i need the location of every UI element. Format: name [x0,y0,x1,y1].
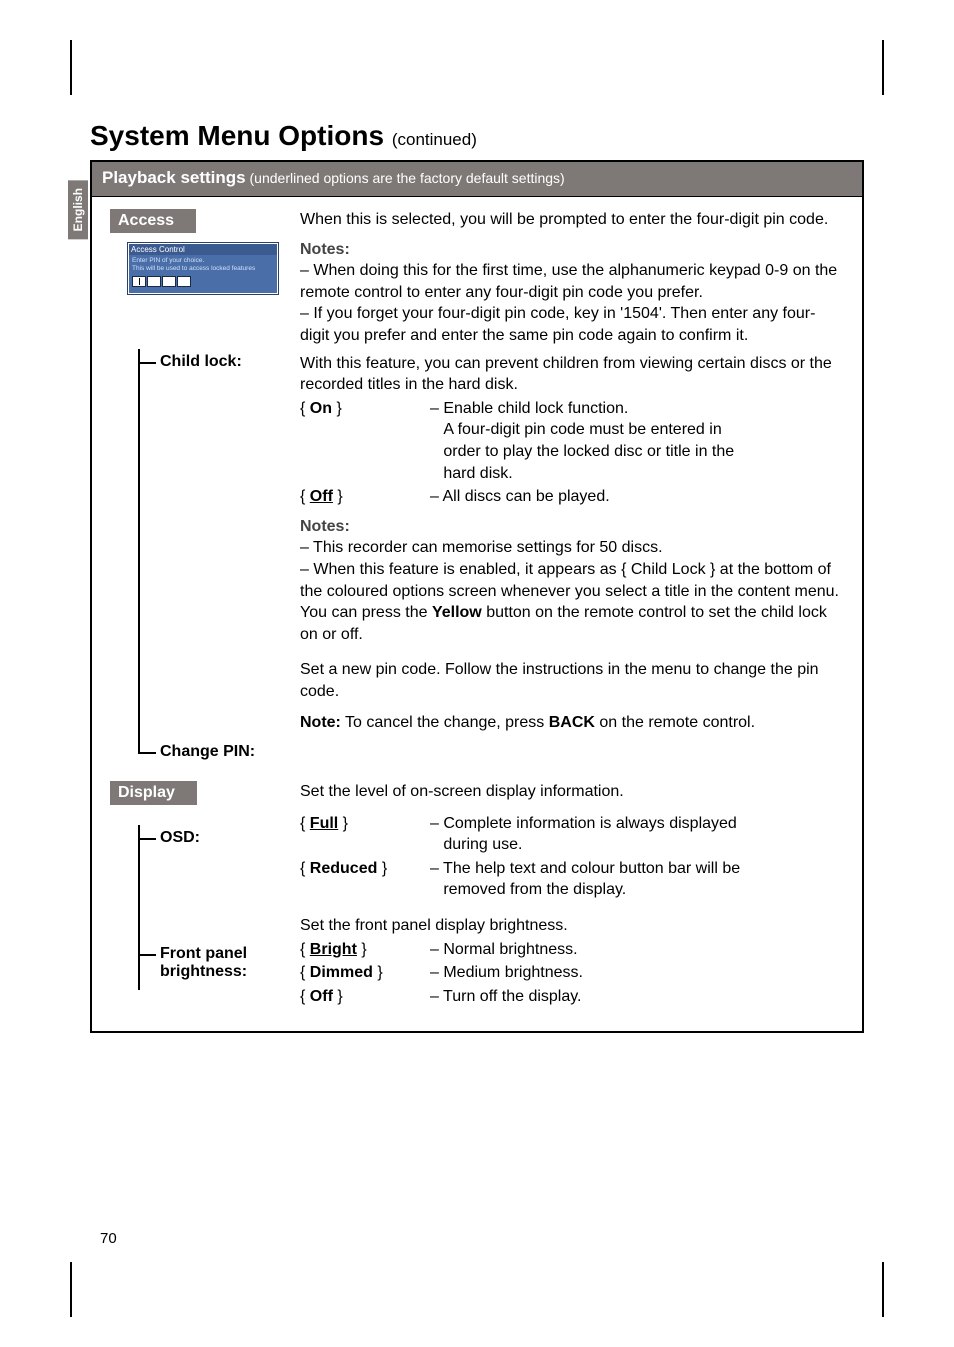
access-dialog-text: Enter PIN of your choice. This will be u… [132,257,274,273]
child-lock-note-1: – This recorder can memorise settings fo… [300,537,844,559]
page-number: 70 [100,1230,117,1247]
crop-marks-bottom [0,1257,954,1317]
osd-reduced-desc: – The help text and colour button bar wi… [430,858,844,901]
language-tab: English [68,180,88,239]
fpb-off-desc: – Turn off the display. [430,986,844,1008]
banner-subtitle: (underlined options are the factory defa… [246,170,565,186]
fpb-off-key: { Off } [300,988,343,1005]
fpb-dimmed-desc: – Medium brightness. [430,962,844,984]
display-heading: Display [110,781,197,805]
pin-digit-1 [132,276,146,287]
change-pin-p2: Note: To cancel the change, press BACK o… [300,712,844,734]
access-heading: Access [110,209,196,233]
child-lock-notes-label: Notes: [300,516,844,538]
access-note-2: – If you forget your four-digit pin code… [300,303,844,346]
osd-label: OSD: [160,829,200,846]
fpb-bright-key: { Bright } [300,941,367,958]
page-title: System Menu Options (continued) [90,120,864,152]
osd-full-key: { Full } [300,815,348,832]
child-lock-off-key: { Off } [300,488,343,505]
content-frame: Playback settings (underlined options ar… [90,160,864,1033]
osd-reduced-key: { Reduced } [300,860,387,877]
banner-title: Playback settings [102,168,246,187]
child-lock-note-2: – When this feature is enabled, it appea… [300,559,844,645]
access-intro: When this is selected, you will be promp… [300,209,844,231]
front-panel-intro: Set the front panel display brightness. [300,915,844,937]
osd-full-desc: – Complete information is always display… [430,813,844,856]
front-panel-label-2: brightness: [160,963,247,980]
front-panel-label-1: Front panel [160,945,247,962]
child-lock-label: Child lock: [160,353,242,370]
child-lock-on-desc: – Enable child lock function. A four-dig… [430,398,844,484]
fpb-dimmed-key: { Dimmed } [300,964,383,981]
section-banner: Playback settings (underlined options ar… [92,162,862,197]
access-notes-label: Notes: [300,239,844,261]
change-pin-p1: Set a new pin code. Follow the instructi… [300,659,844,702]
access-control-dialog: Access Control Enter PIN of your choice.… [128,243,278,294]
title-main: System Menu Options [90,120,384,151]
pin-digit-4 [177,276,191,287]
child-lock-on-key: { On } [300,400,342,417]
pin-digit-2 [147,276,161,287]
title-continued: (continued) [392,130,477,149]
pin-input-row [132,276,274,287]
access-note-1: – When doing this for the first time, us… [300,260,844,303]
crop-marks-top [0,40,954,100]
child-lock-off-desc: – All discs can be played. [430,486,844,508]
fpb-bright-desc: – Normal brightness. [430,939,844,961]
access-dialog-title: Access Control [129,244,277,255]
child-lock-intro: With this feature, you can prevent child… [300,353,844,396]
pin-digit-3 [162,276,176,287]
change-pin-label: Change PIN: [160,743,255,760]
display-intro: Set the level of on-screen display infor… [300,781,844,803]
